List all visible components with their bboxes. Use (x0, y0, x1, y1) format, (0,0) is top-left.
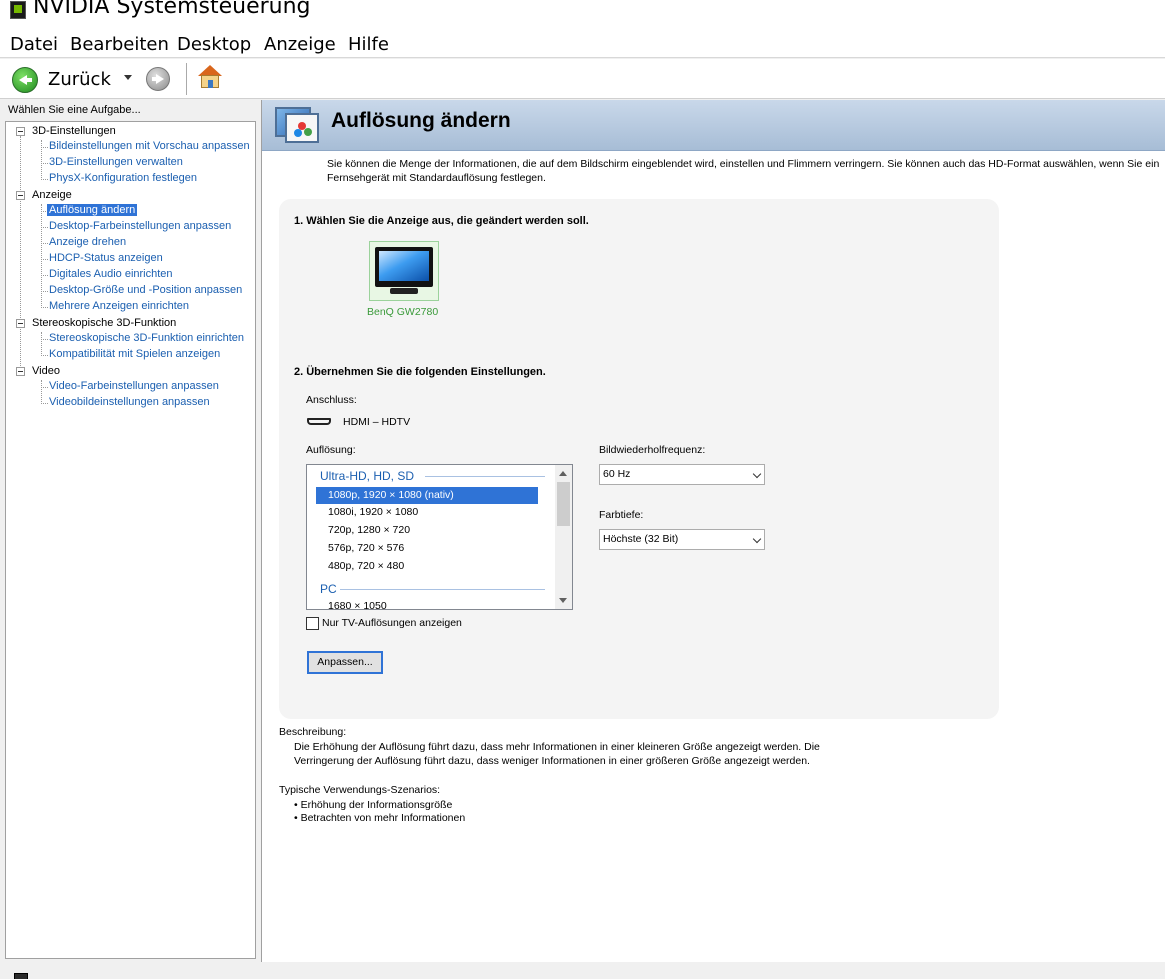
step1-heading: 1. Wählen Sie die Anzeige aus, die geänd… (294, 215, 589, 227)
tree-item-hdcp-status[interactable]: HDCP-Status anzeigen (49, 252, 163, 264)
monitor-icon (375, 247, 433, 287)
resolution-group-header: PC (320, 582, 337, 596)
description-line: Die Erhöhung der Auflösung führt dazu, d… (294, 741, 820, 753)
scroll-down-icon[interactable] (559, 598, 567, 603)
connector-value: HDMI – HDTV (343, 416, 411, 428)
system-info-icon[interactable] (14, 973, 28, 979)
tree-connector (41, 140, 42, 178)
settings-panel: 1. Wählen Sie die Anzeige aus, die geänd… (279, 199, 999, 719)
back-button[interactable]: Zurück (48, 69, 111, 90)
page-intro: Sie können die Menge der Informationen, … (327, 157, 1165, 185)
tree-item-video-color[interactable]: Video-Farbeinstellungen anpassen (49, 380, 219, 392)
task-tree: 3D-Einstellungen Bildeinstellungen mit V… (5, 121, 256, 959)
tree-item-rotate-display[interactable]: Anzeige drehen (49, 236, 126, 248)
resolution-group-header: Ultra-HD, HD, SD (320, 469, 415, 483)
tree-item-manage-3d-settings[interactable]: 3D-Einstellungen verwalten (49, 156, 183, 168)
collapse-toggle-icon[interactable] (16, 319, 25, 328)
tree-connector (41, 380, 42, 402)
tree-category-stereo-3d[interactable]: Stereoskopische 3D-Funktion (32, 317, 176, 329)
scenario-item: • Erhöhung der Informationsgröße (294, 799, 453, 811)
resolution-option[interactable]: 1080i, 1920 × 1080 (328, 506, 418, 518)
tree-item-setup-stereo-3d[interactable]: Stereoskopische 3D-Funktion einrichten (49, 332, 244, 344)
resolution-option[interactable]: 1080p, 1920 × 1080 (nativ) (316, 487, 538, 504)
tv-only-label[interactable]: Nur TV-Auflösungen anzeigen (322, 617, 462, 629)
tree-connector (41, 332, 42, 354)
menu-hilfe[interactable]: Hilfe (348, 34, 389, 55)
window-title: NVIDIA Systemsteuerung (33, 0, 311, 19)
task-panel: Wählen Sie eine Aufgabe... 3D-Einstellun… (0, 100, 260, 962)
refresh-rate-value: 60 Hz (603, 468, 631, 480)
tree-item-multiple-displays[interactable]: Mehrere Anzeigen einrichten (49, 300, 189, 312)
tree-item-desktop-color[interactable]: Desktop-Farbeinstellungen anpassen (49, 220, 231, 232)
intro-line: Sie können die Menge der Informationen, … (327, 158, 1160, 170)
resolution-option[interactable]: 1680 × 1050 (328, 600, 387, 609)
resolution-option[interactable]: 480p, 720 × 480 (328, 560, 404, 572)
tree-item-physx-config[interactable]: PhysX-Konfiguration festlegen (49, 172, 197, 184)
chevron-down-icon (752, 534, 762, 544)
list-scrollbar[interactable] (555, 465, 572, 609)
description-text: Die Erhöhung der Auflösung führt dazu, d… (294, 740, 820, 768)
tree-category-3d-settings[interactable]: 3D-Einstellungen (32, 125, 116, 137)
page-title: Auflösung ändern (331, 109, 511, 132)
chevron-down-icon (752, 469, 762, 479)
home-icon[interactable] (197, 65, 223, 91)
connector-label: Anschluss: (306, 394, 357, 406)
display-tile[interactable] (369, 241, 439, 301)
back-arrow-icon[interactable] (12, 67, 38, 93)
menu-datei[interactable]: Datei (10, 34, 58, 55)
color-depth-select[interactable]: Höchste (32 Bit) (599, 529, 765, 550)
tree-item-video-image[interactable]: Videobildeinstellungen anpassen (49, 396, 210, 408)
tree-item-desktop-size-position[interactable]: Desktop-Größe und -Position anpassen (49, 284, 242, 296)
hdmi-icon (307, 418, 331, 425)
intro-line: Fernsehgerät mit Standardauflösung festl… (327, 172, 546, 184)
history-dropdown-icon[interactable] (124, 75, 132, 80)
status-bar (0, 962, 1165, 979)
nvidia-app-icon (10, 1, 26, 19)
tv-only-checkbox[interactable] (306, 617, 319, 630)
menu-anzeige[interactable]: Anzeige (264, 34, 336, 55)
resolution-list[interactable]: Ultra-HD, HD, SD 1080p, 1920 × 1080 (nat… (306, 464, 573, 610)
scenarios-label: Typische Verwendungs-Szenarios: (279, 784, 441, 796)
tree-item-game-compatibility[interactable]: Kompatibilität mit Spielen anzeigen (49, 348, 220, 360)
main-content: Auflösung ändern Sie können die Menge de… (261, 100, 1165, 962)
tree-connector (20, 136, 21, 376)
resolution-option[interactable]: 576p, 720 × 576 (328, 542, 404, 554)
menu-bar: Datei Bearbeiten Desktop Anzeige Hilfe (0, 26, 1165, 58)
description-label: Beschreibung: (279, 726, 347, 738)
collapse-toggle-icon[interactable] (16, 191, 25, 200)
collapse-toggle-icon[interactable] (16, 127, 25, 136)
tree-item-change-resolution[interactable]: Auflösung ändern (47, 204, 138, 216)
task-label: Wählen Sie eine Aufgabe... (8, 104, 141, 116)
resolution-option[interactable]: 720p, 1280 × 720 (328, 524, 410, 536)
color-depth-value: Höchste (32 Bit) (603, 533, 679, 545)
step2-heading: 2. Übernehmen Sie die folgenden Einstell… (294, 366, 546, 378)
color-depth-label: Farbtiefe: (599, 509, 644, 521)
tree-category-display[interactable]: Anzeige (32, 189, 72, 201)
toolbar-separator (186, 63, 187, 95)
description-line: Verringerung der Auflösung führt dazu, d… (294, 755, 810, 767)
forward-arrow-icon[interactable] (146, 67, 170, 91)
display-name[interactable]: BenQ GW2780 (367, 306, 438, 318)
tree-item-image-settings-preview[interactable]: Bildeinstellungen mit Vorschau anpassen (49, 140, 250, 152)
scroll-thumb[interactable] (557, 482, 570, 526)
scenario-item: • Betrachten von mehr Informationen (294, 812, 466, 824)
tree-category-video[interactable]: Video (32, 365, 60, 377)
refresh-rate-select[interactable]: 60 Hz (599, 464, 765, 485)
menu-desktop[interactable]: Desktop (177, 34, 251, 55)
collapse-toggle-icon[interactable] (16, 367, 25, 376)
toolbar: Zurück (0, 59, 1165, 99)
refresh-rate-label: Bildwiederholfrequenz: (599, 444, 706, 456)
customize-button[interactable]: Anpassen... (307, 651, 383, 674)
tree-item-digital-audio[interactable]: Digitales Audio einrichten (49, 268, 173, 280)
menu-bearbeiten[interactable]: Bearbeiten (70, 34, 169, 55)
scroll-up-icon[interactable] (559, 471, 567, 476)
page-banner: Auflösung ändern (262, 100, 1165, 151)
resolution-label: Auflösung: (306, 444, 356, 456)
display-settings-icon (275, 107, 321, 145)
title-bar: NVIDIA Systemsteuerung (0, 0, 1165, 26)
